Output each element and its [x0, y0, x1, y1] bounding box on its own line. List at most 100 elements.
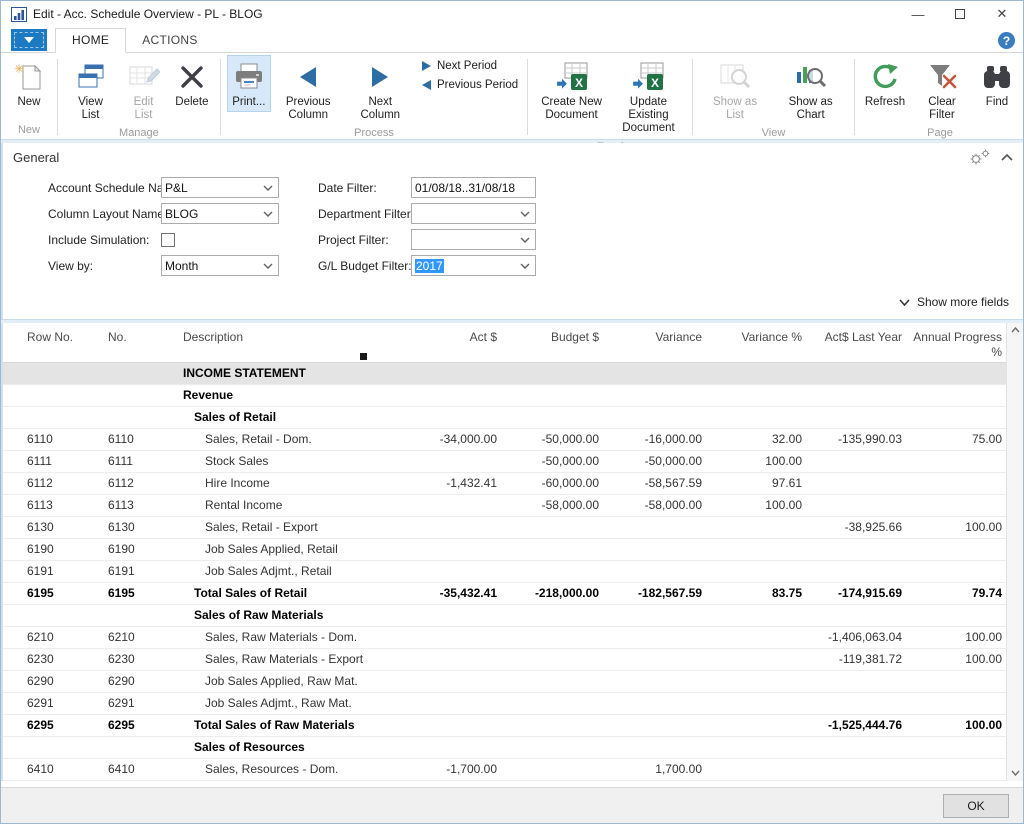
view-by-select[interactable]: Month — [161, 255, 279, 276]
group-caption-view: View — [698, 125, 849, 142]
cell-act — [403, 715, 503, 736]
table-row[interactable]: 6210 6210 Sales, Raw Materials - Dom. -1… — [3, 627, 1008, 649]
account-schedule-name-select[interactable]: P&L — [161, 177, 279, 198]
cell-variance — [605, 715, 708, 736]
tab-actions[interactable]: ACTIONS — [126, 29, 213, 52]
column-layout-name-select[interactable]: BLOG — [161, 203, 279, 224]
scroll-down-icon[interactable] — [1011, 769, 1020, 778]
table-row[interactable]: 6230 6230 Sales, Raw Materials - Export … — [3, 649, 1008, 671]
cell-act-last-year — [808, 363, 908, 384]
project-filter-select[interactable] — [411, 229, 536, 250]
cell-variance: -58,000.00 — [605, 495, 708, 516]
table-row[interactable]: 6295 6295 Total Sales of Raw Materials -… — [3, 715, 1008, 737]
column-header-annual-progress[interactable]: Annual Progress % — [908, 323, 1008, 360]
new-document-icon: ✳ — [14, 60, 44, 94]
table-row[interactable]: Revenue — [3, 385, 1008, 407]
table-row[interactable]: 6113 6113 Rental Income -58,000.00 -58,0… — [3, 495, 1008, 517]
tab-home[interactable]: HOME — [55, 28, 126, 53]
general-header[interactable]: General — [3, 143, 1023, 167]
chevron-down-icon — [24, 37, 34, 43]
show-as-chart-button[interactable]: Show as Chart — [773, 55, 848, 125]
date-filter-input[interactable]: 01/08/18..31/08/18 — [411, 177, 536, 198]
department-filter-select[interactable] — [411, 203, 536, 224]
table-row[interactable]: 6111 6111 Stock Sales -50,000.00 -50,000… — [3, 451, 1008, 473]
table-row[interactable]: Sales of Retail — [3, 407, 1008, 429]
column-header-variance[interactable]: Variance — [605, 323, 708, 345]
table-row[interactable]: 6130 6130 Sales, Retail - Export -38,925… — [3, 517, 1008, 539]
ribbon-tab-strip: HOME ACTIONS ? — [1, 27, 1023, 53]
table-row[interactable]: 6190 6190 Job Sales Applied, Retail — [3, 539, 1008, 561]
chevron-down-icon — [261, 211, 275, 217]
collapse-chevron-icon[interactable] — [1001, 153, 1013, 161]
cell-budget: -50,000.00 — [503, 429, 605, 450]
delete-button[interactable]: Delete — [170, 55, 214, 112]
edit-list-button[interactable]: Edit List — [119, 55, 168, 125]
cell-budget — [503, 627, 605, 648]
table-row[interactable]: 6290 6290 Job Sales Applied, Raw Mat. — [3, 671, 1008, 693]
column-header-no[interactable]: No. — [83, 323, 163, 345]
print-button[interactable]: Print... — [227, 55, 271, 112]
cell-annual-progress — [908, 671, 1008, 692]
column-header-description[interactable]: Description — [163, 323, 403, 345]
cell-annual-progress — [908, 605, 1008, 626]
new-button[interactable]: ✳ New — [7, 55, 51, 112]
print-icon — [233, 60, 265, 94]
gl-budget-filter-select[interactable]: 2017 — [411, 255, 536, 276]
group-divider — [854, 59, 855, 135]
cell-focus-marker — [360, 353, 367, 360]
table-row[interactable]: 6112 6112 Hire Income -1,432.41 -60,000.… — [3, 473, 1008, 495]
cell-act — [403, 363, 503, 384]
previous-period-button[interactable]: Previous Period — [422, 79, 518, 91]
clear-filter-button[interactable]: Clear Filter — [911, 55, 973, 125]
update-existing-document-button[interactable]: X Update Existing Document — [611, 55, 686, 139]
window-title: Edit - Acc. Schedule Overview - PL - BLO… — [33, 7, 897, 21]
next-period-button[interactable]: Next Period — [422, 60, 518, 72]
cell-act — [403, 605, 503, 626]
application-menu-button[interactable] — [11, 29, 47, 51]
close-icon[interactable]: ✕ — [981, 1, 1023, 27]
cell-act — [403, 495, 503, 516]
cell-variance: -16,000.00 — [605, 429, 708, 450]
cell-budget: -218,000.00 — [503, 583, 605, 604]
table-row[interactable]: 6291 6291 Job Sales Adjmt., Raw Mat. — [3, 693, 1008, 715]
column-header-act[interactable]: Act $ — [403, 323, 503, 345]
help-icon[interactable]: ? — [998, 32, 1015, 49]
show-as-list-button[interactable]: Show as List — [699, 55, 771, 125]
cell-row-no — [3, 605, 83, 626]
table-row[interactable]: 6410 6410 Sales, Resources - Dom. -1,700… — [3, 759, 1008, 781]
cell-description: Total Sales of Raw Materials — [163, 715, 403, 736]
find-button[interactable]: Find — [975, 55, 1019, 112]
cell-act-last-year — [808, 605, 908, 626]
column-header-act-last-year[interactable]: Act$ Last Year — [808, 323, 908, 345]
refresh-button[interactable]: Refresh — [861, 55, 909, 112]
cell-variance-pct: 32.00 — [708, 429, 808, 450]
scroll-up-icon[interactable] — [1011, 326, 1020, 335]
ok-button[interactable]: OK — [943, 794, 1009, 818]
maximize-icon[interactable] — [939, 1, 981, 27]
table-row[interactable]: 6110 6110 Sales, Retail - Dom. -34,000.0… — [3, 429, 1008, 451]
table-row[interactable]: INCOME STATEMENT — [3, 363, 1008, 385]
cell-no: 6190 — [83, 539, 163, 560]
minimize-icon[interactable]: — — [897, 1, 939, 27]
table-row[interactable]: 6191 6191 Job Sales Adjmt., Retail — [3, 561, 1008, 583]
show-more-fields-link[interactable]: Show more fields — [899, 295, 1009, 309]
column-header-budget[interactable]: Budget $ — [503, 323, 605, 345]
table-row[interactable]: Sales of Resources — [3, 737, 1008, 759]
cell-no: 6291 — [83, 693, 163, 714]
table-row[interactable]: Sales of Raw Materials — [3, 605, 1008, 627]
gear-icon[interactable] — [969, 149, 991, 165]
previous-column-button[interactable]: Previous Column — [273, 55, 344, 125]
cell-annual-progress: 100.00 — [908, 517, 1008, 538]
app-chart-icon — [11, 7, 27, 22]
table-row[interactable]: 6195 6195 Total Sales of Retail -35,432.… — [3, 583, 1008, 605]
cell-row-no: 6210 — [3, 627, 83, 648]
column-header-variance-pct[interactable]: Variance % — [708, 323, 808, 345]
next-column-button[interactable]: Next Column — [346, 55, 415, 125]
include-simulation-checkbox[interactable] — [161, 233, 175, 247]
view-list-button[interactable]: View List — [64, 55, 117, 125]
create-new-document-button[interactable]: X Create New Document — [534, 55, 609, 125]
cell-variance-pct: 83.75 — [708, 583, 808, 604]
vertical-scrollbar[interactable] — [1006, 323, 1023, 781]
cell-annual-progress: 100.00 — [908, 715, 1008, 736]
column-header-row-no[interactable]: Row No. — [3, 323, 83, 345]
